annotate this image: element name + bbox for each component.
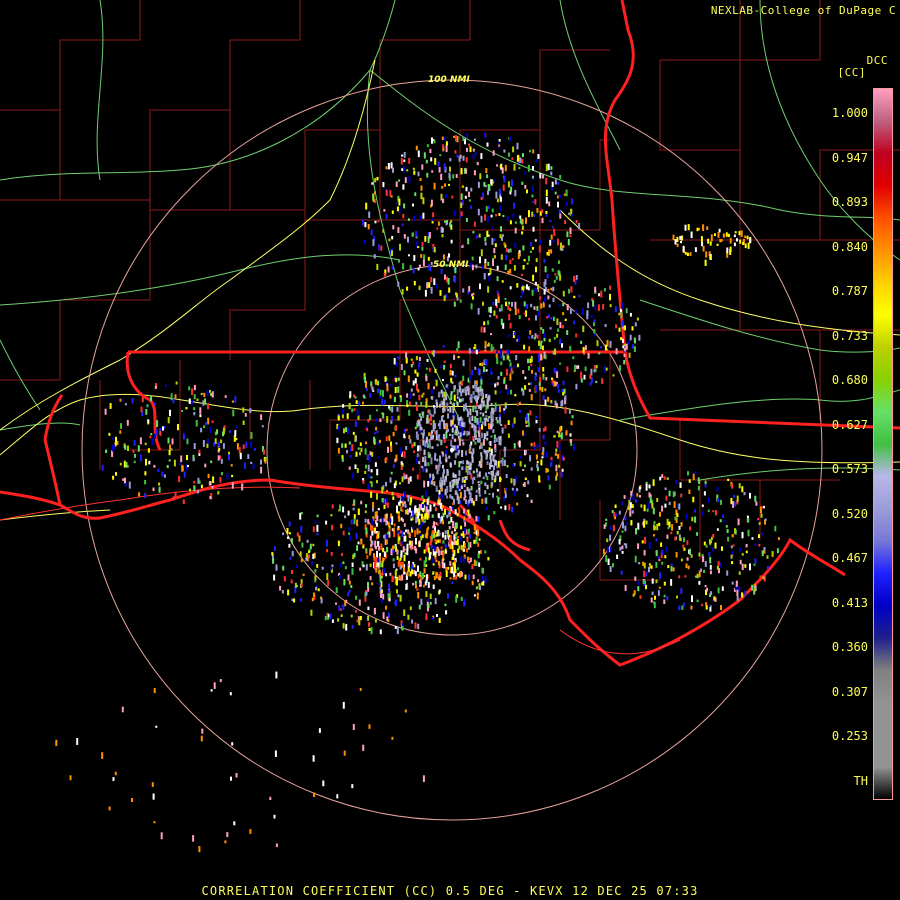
color-scale-bar [873, 88, 893, 800]
product-code: DCC [866, 54, 888, 67]
scale-tick-label: 0.627 [831, 417, 868, 432]
scale-tick-label: 0.680 [831, 373, 868, 387]
scale-tick-label: 0.573 [831, 462, 868, 476]
range-label-50nmi: 50 NMI [433, 260, 469, 270]
scale-tick-label: 0.360 [831, 640, 868, 654]
product-title: CORRELATION COEFFICIENT (CC) 0.5 DEG - K… [201, 884, 699, 898]
scale-tick-label: 0.787 [831, 284, 868, 298]
scale-tick-label: 1.000 [831, 106, 868, 120]
scale-tick-label: 0.520 [831, 506, 868, 521]
scale-tick-label: 0.253 [831, 729, 868, 743]
scale-tick-label: 0.307 [831, 684, 868, 699]
scale-tick-label: 0.467 [831, 551, 868, 565]
scale-tick-label: 0.947 [831, 150, 868, 165]
scale-tick-label: 0.840 [831, 239, 868, 254]
scale-tick-label: 0.413 [831, 595, 868, 610]
credit-label: NEXLAB-College of DuPage C [710, 4, 896, 17]
scale-tick-label: 0.733 [831, 328, 868, 343]
radar-site-marker [450, 448, 454, 452]
unit-label: [CC] [837, 66, 866, 79]
range-label-100nmi: 100 NMI [428, 75, 470, 85]
scale-tick-label: TH [853, 773, 868, 788]
scale-tick-label: 0.893 [831, 195, 868, 209]
radar-map: 50 NMI 100 NMI [0, 0, 900, 900]
